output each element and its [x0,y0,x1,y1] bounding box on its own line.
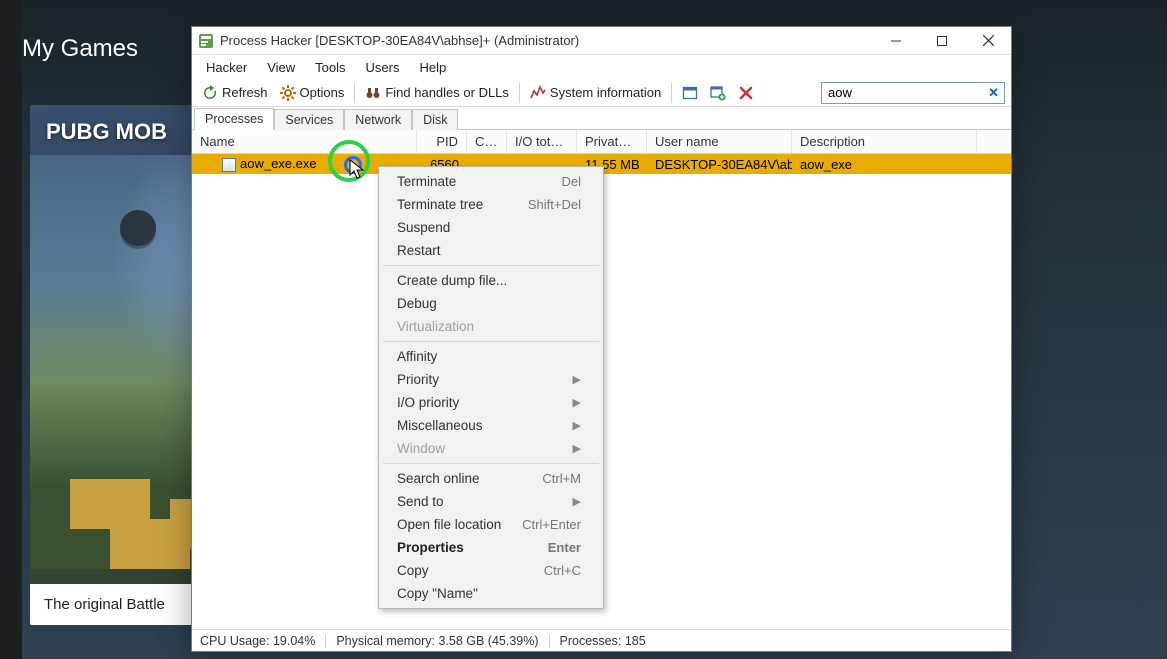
ctx-suspend[interactable]: Suspend [381,216,601,239]
system-information-button[interactable]: System information [524,81,667,105]
chevron-right-icon: ▶ [573,419,581,432]
menu-hacker[interactable]: Hacker [196,57,257,78]
minimize-button[interactable] [873,27,919,54]
column-priv[interactable]: Private b... [577,130,647,153]
menu-tools[interactable]: Tools [305,57,355,78]
column-name[interactable]: Name [192,130,417,153]
exe-icon [222,158,236,172]
ctx-io-priority[interactable]: I/O priority▶ [381,391,601,414]
ctx-open-file-location[interactable]: Open file locationCtrl+Enter [381,513,601,536]
ctx-debug[interactable]: Debug [381,292,601,315]
sysinfo-icon [530,85,546,101]
tab-disk[interactable]: Disk [412,109,458,130]
ctx-search-online[interactable]: Search onlineCtrl+M [381,467,601,490]
options-button[interactable]: Options [274,81,351,105]
ctx-create-dump[interactable]: Create dump file... [381,269,601,292]
column-pid[interactable]: PID [417,130,467,153]
menu-view[interactable]: View [257,57,305,78]
status-procs: Processes: 185 [560,634,656,648]
tab-bar: Processes Services Network Disk [192,107,1011,130]
status-bar: CPU Usage: 19.04% Physical memory: 3.58 … [192,629,1011,651]
ctx-separator [383,265,599,266]
launcher-header: My Games [22,35,138,63]
toolbar-separator [519,83,520,103]
toolbar-separator [671,83,672,103]
cell-user: DESKTOP-30EA84V\abhs [647,157,792,172]
window-titlebar[interactable]: Process Hacker [DESKTOP-30EA84V\abhse]+ … [192,27,1011,55]
search-input[interactable] [821,82,1005,104]
column-user[interactable]: User name [647,130,792,153]
tab-services[interactable]: Services [274,109,344,130]
ctx-copy[interactable]: CopyCtrl+C [381,559,601,582]
column-cpu[interactable]: CPU [467,130,507,153]
options-label: Options [300,85,345,100]
cell-desc: aow_exe [792,157,977,172]
ctx-separator [383,463,599,464]
toolbar: Refresh Options Find handles or DLLs Sys… [192,79,1011,107]
ctx-send-to[interactable]: Send to▶ [381,490,601,513]
ctx-separator [383,341,599,342]
ctx-virtualization: Virtualization [381,315,601,338]
chevron-right-icon: ▶ [573,442,581,455]
refresh-label: Refresh [222,85,268,100]
clear-search-icon[interactable]: ✕ [988,82,999,104]
column-desc[interactable]: Description [792,130,977,153]
launcher-sidebar [0,0,22,659]
window-icon [682,85,698,101]
column-headers: Name PID CPU I/O total ... Private b... … [192,130,1011,154]
chevron-right-icon: ▶ [573,495,581,508]
status-mem: Physical memory: 3.58 GB (45.39%) [336,634,549,648]
window-mode-button[interactable] [676,81,704,105]
tab-processes[interactable]: Processes [194,108,274,130]
window-title: Process Hacker [DESKTOP-30EA84V\abhse]+ … [220,33,873,48]
chevron-right-icon: ▶ [573,396,581,409]
binoculars-icon [365,85,381,101]
ctx-priority[interactable]: Priority▶ [381,368,601,391]
context-menu: TerminateDel Terminate treeShift+Del Sus… [378,166,604,609]
window-plus-icon [710,85,726,101]
sysinfo-label: System information [550,85,661,100]
status-cpu: CPU Usage: 19.04% [200,634,326,648]
refresh-icon [202,85,218,101]
column-io[interactable]: I/O total ... [507,130,577,153]
ctx-affinity[interactable]: Affinity [381,345,601,368]
refresh-button[interactable]: Refresh [196,81,274,105]
close-button[interactable] [965,27,1011,54]
find-handles-button[interactable]: Find handles or DLLs [359,81,515,105]
ctx-restart[interactable]: Restart [381,239,601,262]
chevron-right-icon: ▶ [573,373,581,386]
process-name: aow_exe.exe [240,156,317,171]
x-icon [738,85,754,101]
ctx-copy-name[interactable]: Copy "Name" [381,582,601,605]
ctx-miscellaneous[interactable]: Miscellaneous▶ [381,414,601,437]
ctx-properties[interactable]: PropertiesEnter [381,536,601,559]
maximize-button[interactable] [919,27,965,54]
menu-users[interactable]: Users [356,57,410,78]
ctx-terminate[interactable]: TerminateDel [381,170,601,193]
gear-icon [280,85,296,101]
ctx-window: Window▶ [381,437,601,460]
window-add-button[interactable] [704,81,732,105]
toolbar-separator [354,83,355,103]
tab-network[interactable]: Network [344,109,412,130]
menubar: Hacker View Tools Users Help [192,55,1011,79]
app-icon [198,33,214,49]
window-close-button[interactable] [732,81,760,105]
find-handles-label: Find handles or DLLs [385,85,509,100]
menu-help[interactable]: Help [409,57,456,78]
ctx-terminate-tree[interactable]: Terminate treeShift+Del [381,193,601,216]
